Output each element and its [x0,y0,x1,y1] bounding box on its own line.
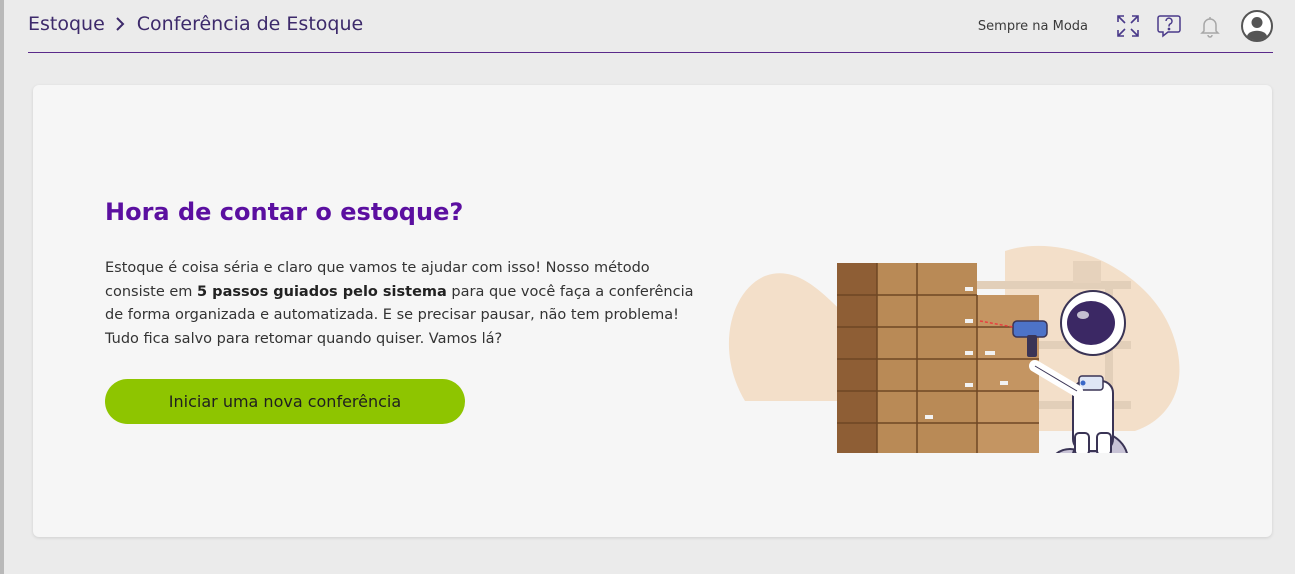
store-name[interactable]: Sempre na Moda [978,19,1088,34]
breadcrumb: Estoque Conferência de Estoque [28,13,363,35]
bell-icon[interactable] [1197,13,1223,39]
expand-icon[interactable] [1115,13,1141,39]
start-new-count-button[interactable]: Iniciar uma nova conferência [105,379,465,424]
header-actions: Sempre na Moda [978,10,1273,42]
description-bold: 5 passos guiados pelo sistema [197,283,447,300]
chevron-right-icon [115,16,125,32]
top-header: Estoque Conferência de Estoque Sempre na… [28,0,1273,53]
help-icon[interactable] [1156,13,1182,39]
page-heading: Hora de contar o estoque? [105,198,464,226]
user-avatar-icon[interactable] [1241,10,1273,42]
warehouse-illustration [705,171,1231,532]
main-card: Hora de contar o estoque? Estoque é cois… [33,85,1272,537]
description-text: Estoque é coisa séria e claro que vamos … [105,257,705,351]
breadcrumb-current: Conferência de Estoque [136,13,364,35]
window-left-edge [0,0,4,574]
breadcrumb-root[interactable]: Estoque [28,13,105,35]
